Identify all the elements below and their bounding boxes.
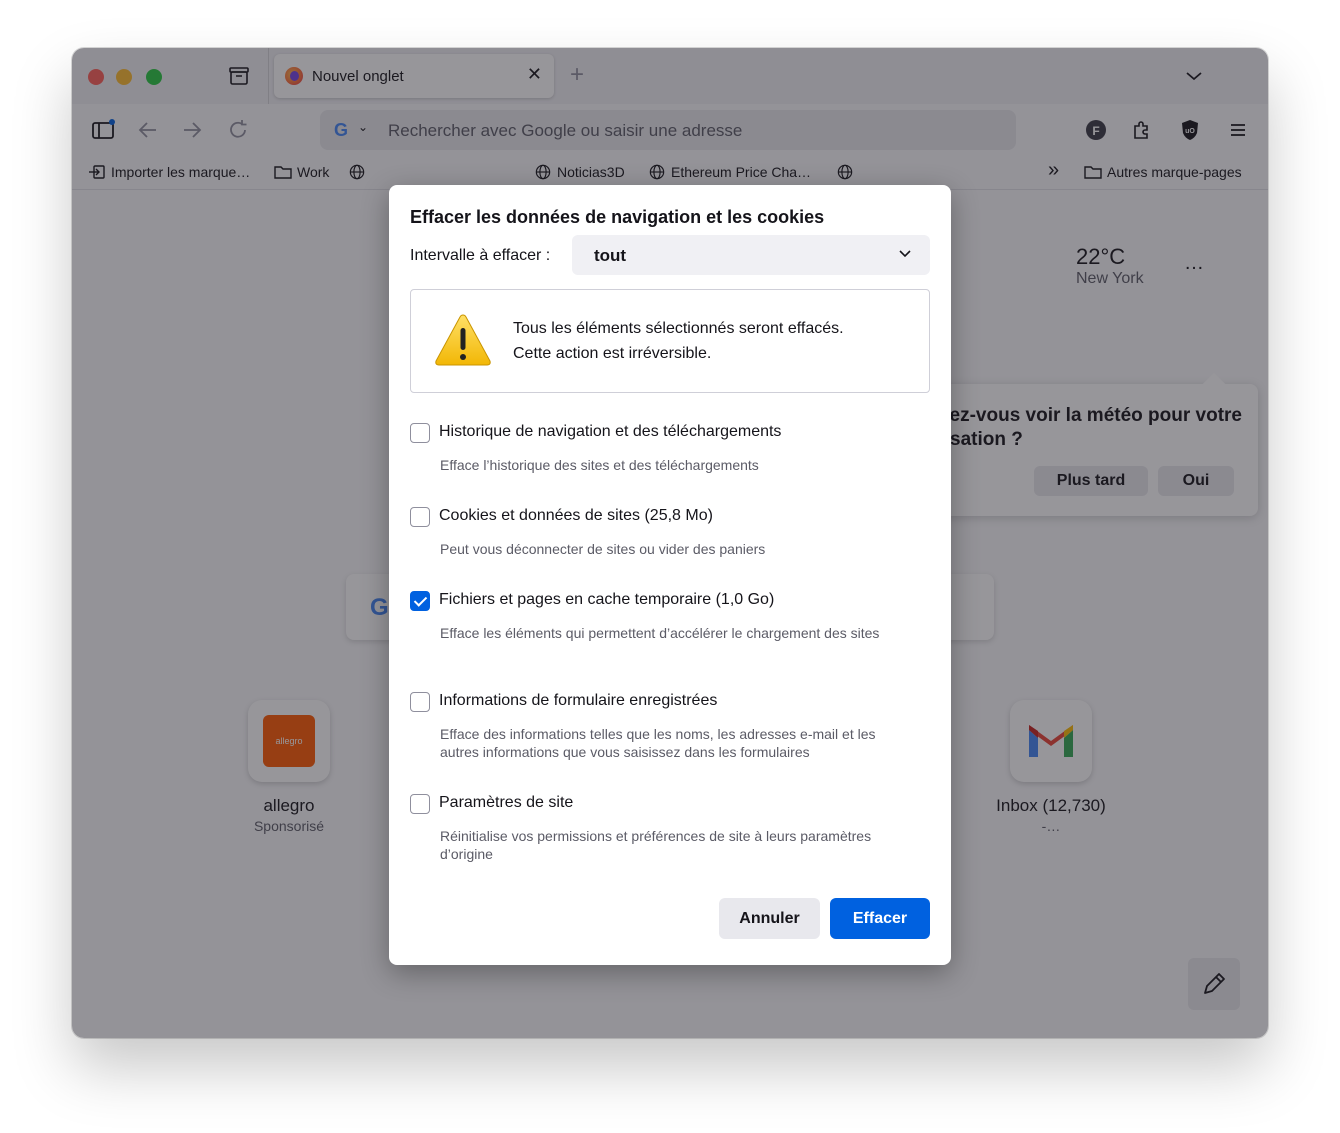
warning-icon [435,314,491,366]
history-label[interactable]: Historique de navigation et des téléchar… [439,423,781,441]
warning-line-2: Cette action est irréversible. [513,345,712,362]
site-settings-label[interactable]: Paramètres de site [439,794,573,812]
chevron-down-icon [899,250,911,258]
form-data-description: Efface des informations telles que les n… [440,726,876,760]
clear-button[interactable]: Effacer [830,898,930,939]
form-data-label[interactable]: Informations de formulaire enregistrées [439,692,717,710]
screenshot-stage: Nouvel onglet ✕ + G ⌄ Rechercher avec Go… [0,0,1340,1133]
site-settings-checkbox[interactable] [410,794,430,814]
cookies-description: Peut vous déconnecter de sites ou vider … [440,541,766,557]
range-selected-value: tout [594,246,627,265]
range-select[interactable]: tout [572,235,930,275]
warning-box: Tous les éléments sélectionnés seront ef… [410,289,930,393]
history-description: Efface l’historique des sites et des tél… [440,457,759,473]
range-label: Intervalle à effacer : [410,247,551,264]
dialog-title: Effacer les données de navigation et les… [410,207,825,227]
cookies-checkbox[interactable] [410,507,430,527]
cookies-label[interactable]: Cookies et données de sites (25,8 Mo) [439,507,713,525]
form-data-checkbox[interactable] [410,692,430,712]
site-settings-description: Réinitialise vos permissions et préféren… [440,828,872,862]
cancel-button[interactable]: Annuler [719,898,820,939]
history-checkbox[interactable] [410,423,430,443]
cache-description: Efface les éléments qui permettent d’acc… [440,625,880,641]
cache-checkbox[interactable] [410,591,430,611]
warning-line-1: Tous les éléments sélectionnés seront ef… [513,320,844,337]
cache-label[interactable]: Fichiers et pages en cache temporaire (1… [439,591,774,609]
clear-data-dialog: Effacer les données de navigation et les… [389,185,951,965]
